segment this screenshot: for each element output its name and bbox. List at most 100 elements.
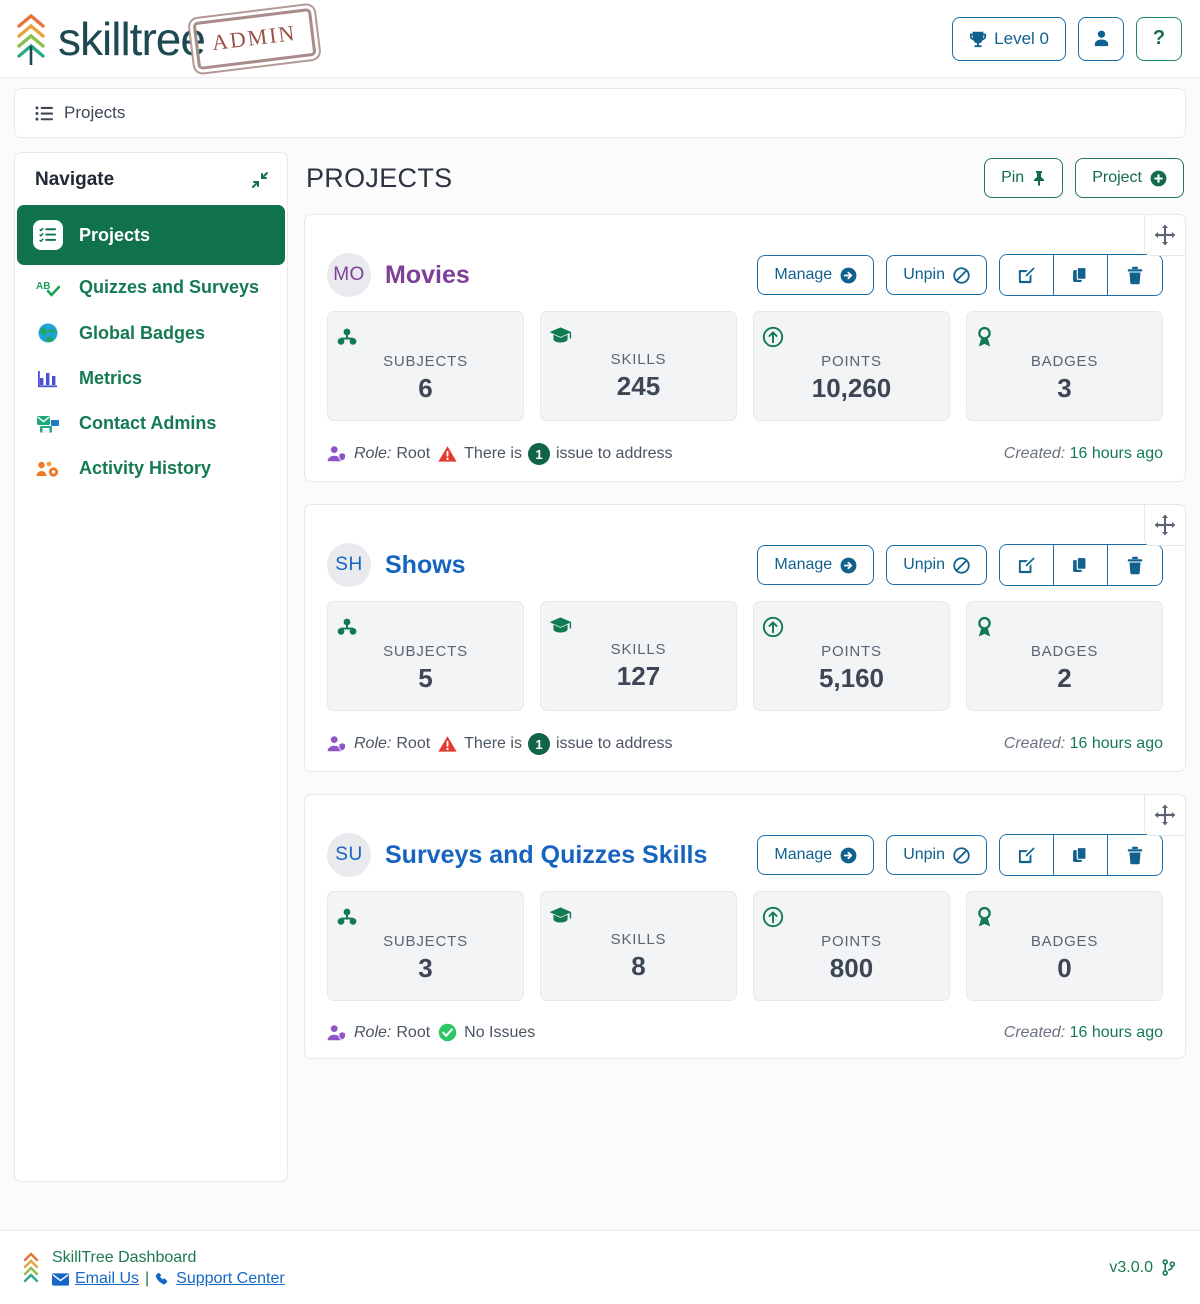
edit-project-button[interactable]: [1000, 545, 1054, 585]
issue-count-badge: 1: [527, 443, 550, 465]
project-name[interactable]: Movies: [385, 261, 470, 290]
stat-value: 10,260: [811, 373, 892, 403]
user-shield-icon: [327, 735, 346, 753]
code-branch-icon: [1161, 1259, 1176, 1276]
help-button[interactable]: ?: [1136, 16, 1182, 61]
brand-name: skilltree: [58, 12, 206, 65]
created-prefix: Created:: [1003, 445, 1066, 462]
stat-subjects: SUBJECTS 6: [327, 311, 524, 421]
main-content: PROJECTS Pin Project MO Movies Manage Un…: [304, 152, 1186, 1081]
manage-button[interactable]: Manage: [757, 545, 875, 585]
stat-value: 3: [418, 953, 433, 983]
page-actions: Pin Project: [984, 158, 1184, 198]
avatar-initials: MO: [333, 264, 365, 285]
new-project-button[interactable]: Project: [1075, 158, 1184, 198]
user-shield-icon: [327, 445, 346, 463]
sidebar-item-activity-history[interactable]: Activity History: [15, 446, 287, 491]
role-prefix: Role:: [354, 445, 392, 462]
stat-value: 5,160: [818, 663, 885, 693]
edit-project-button[interactable]: [1000, 835, 1054, 875]
sidebar-item-label: Metrics: [79, 368, 143, 388]
warning-icon: [438, 735, 457, 753]
users-cog-icon: [33, 459, 63, 479]
stat-label: POINTS: [821, 353, 882, 370]
avatar: SU: [327, 833, 371, 877]
ban-icon: [953, 846, 970, 864]
copy-project-button[interactable]: [1054, 835, 1108, 875]
project-icon-actions: [999, 254, 1163, 296]
move-handle-icon[interactable]: [1144, 504, 1186, 546]
stat-value: 800: [829, 953, 874, 983]
admin-badge-label: ADMIN: [210, 19, 298, 55]
unpin-label: Unpin: [903, 846, 945, 863]
stat-skills: SKILLS 245: [540, 311, 737, 421]
support-center-link[interactable]: Support Center: [176, 1270, 285, 1288]
sidebar-item-contact-admins[interactable]: Contact Admins: [15, 401, 287, 446]
list-check-icon: [33, 220, 63, 250]
warning-icon: [438, 445, 457, 463]
stat-subjects: SUBJECTS 3: [327, 891, 524, 1001]
collapse-icon[interactable]: [251, 171, 269, 189]
trash-icon: [1126, 266, 1144, 285]
copy-project-button[interactable]: [1054, 255, 1108, 295]
project-name[interactable]: Shows: [385, 551, 466, 580]
stat-value: 2: [1057, 663, 1072, 693]
mail-bulk-icon: [33, 414, 63, 434]
edit-project-button[interactable]: [1000, 255, 1054, 295]
email-us-link[interactable]: Email Us: [75, 1270, 139, 1288]
project-name[interactable]: Surveys and Quizzes Skills: [385, 841, 707, 870]
issue-suffix: issue to address: [555, 735, 673, 752]
stat-badges: BADGES 3: [966, 311, 1163, 421]
arrow-up-circle-icon: [762, 906, 941, 928]
issue-count-badge: 1: [527, 733, 550, 755]
project-card: MO Movies Manage Unpin SUBJECTS 6 SKILLS…: [304, 214, 1186, 482]
unpin-button[interactable]: Unpin: [886, 835, 987, 875]
copy-project-button[interactable]: [1054, 545, 1108, 585]
manage-button[interactable]: Manage: [757, 255, 875, 295]
graduation-cap-icon: [549, 906, 728, 926]
trash-icon: [1126, 846, 1144, 865]
pin-projects-button[interactable]: Pin: [984, 158, 1064, 198]
footer-separator: |: [145, 1270, 150, 1288]
graduation-cap-icon: [549, 616, 728, 636]
created-info: Created: 16 hours ago: [1004, 735, 1163, 753]
sidebar-item-metrics[interactable]: Metrics: [15, 356, 287, 401]
app-header: skilltree ADMIN Level 0 ?: [0, 0, 1200, 78]
unpin-button[interactable]: Unpin: [886, 545, 987, 585]
ban-icon: [953, 266, 970, 284]
stat-label: POINTS: [821, 643, 882, 660]
sidebar-item-quizzes-and-surveys[interactable]: AB Quizzes and Surveys: [15, 265, 287, 310]
check-circle-icon: [438, 1023, 457, 1042]
avatar: MO: [327, 253, 371, 297]
delete-project-button[interactable]: [1108, 255, 1162, 295]
stat-value: 245: [616, 371, 661, 401]
avatar-initials: SU: [335, 844, 363, 865]
avatar: SH: [327, 543, 371, 587]
app-footer: SkillTree Dashboard Email Us | Support C…: [0, 1230, 1200, 1304]
move-handle-icon[interactable]: [1144, 214, 1186, 256]
sidebar-title: Navigate: [35, 169, 115, 190]
sidebar-item-global-badges[interactable]: Global Badges: [15, 310, 287, 356]
user-icon: [1092, 29, 1111, 48]
delete-project-button[interactable]: [1108, 835, 1162, 875]
brand[interactable]: skilltree ADMIN: [14, 7, 316, 70]
award-icon: [975, 906, 1154, 928]
award-icon: [975, 616, 1154, 638]
move-handle-icon[interactable]: [1144, 794, 1186, 836]
sidebar-item-projects[interactable]: Projects: [17, 205, 285, 265]
stat-badges: BADGES 2: [966, 601, 1163, 711]
manage-button[interactable]: Manage: [757, 835, 875, 875]
footer-brand: SkillTree Dashboard Email Us | Support C…: [22, 1247, 285, 1289]
unpin-button[interactable]: Unpin: [886, 255, 987, 295]
copy-icon: [1071, 846, 1090, 865]
skilltree-logo-icon: [14, 13, 48, 65]
breadcrumb[interactable]: Projects: [14, 88, 1186, 138]
level-button[interactable]: Level 0: [952, 16, 1066, 61]
sidebar-header: Navigate: [15, 153, 287, 205]
cubes-icon: [336, 616, 515, 638]
user-menu-button[interactable]: [1078, 16, 1124, 61]
version-label: v3.0.0: [1109, 1258, 1153, 1276]
stat-value: 3: [1057, 373, 1072, 403]
delete-project-button[interactable]: [1108, 545, 1162, 585]
role-prefix: Role:: [354, 735, 392, 752]
